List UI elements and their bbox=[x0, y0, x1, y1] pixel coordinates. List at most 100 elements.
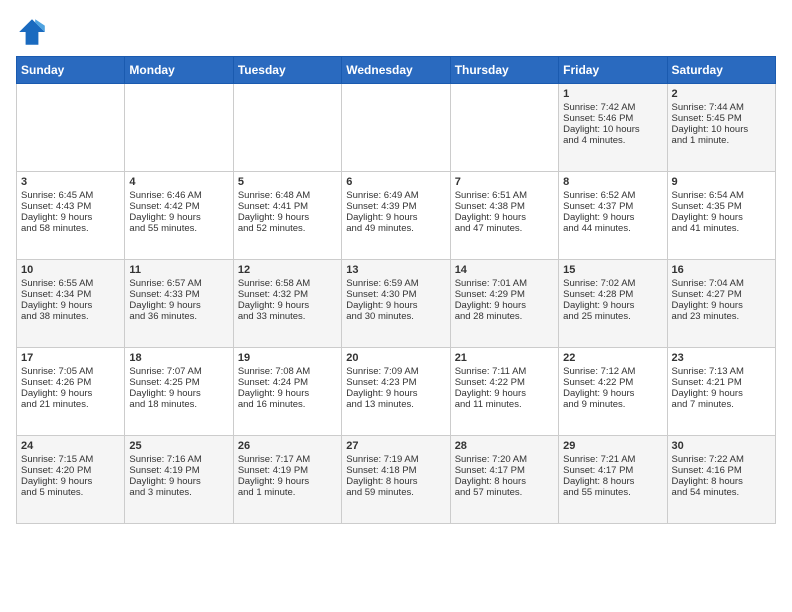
day-info: Sunset: 4:23 PM bbox=[346, 377, 445, 388]
day-info: Sunrise: 7:22 AM bbox=[672, 454, 771, 465]
day-info: Sunrise: 6:52 AM bbox=[563, 190, 662, 201]
day-info: and 30 minutes. bbox=[346, 311, 445, 322]
calendar-cell: 11Sunrise: 6:57 AMSunset: 4:33 PMDayligh… bbox=[125, 260, 233, 348]
calendar-cell: 10Sunrise: 6:55 AMSunset: 4:34 PMDayligh… bbox=[17, 260, 125, 348]
day-info: Sunrise: 7:11 AM bbox=[455, 366, 554, 377]
header-tuesday: Tuesday bbox=[233, 57, 341, 84]
day-info: Sunrise: 7:08 AM bbox=[238, 366, 337, 377]
day-info: Daylight: 9 hours bbox=[21, 300, 120, 311]
day-info: Sunrise: 6:55 AM bbox=[21, 278, 120, 289]
day-number: 23 bbox=[672, 352, 771, 364]
day-info: Sunset: 4:28 PM bbox=[563, 289, 662, 300]
calendar-cell: 5Sunrise: 6:48 AMSunset: 4:41 PMDaylight… bbox=[233, 172, 341, 260]
calendar-body: 1Sunrise: 7:42 AMSunset: 5:46 PMDaylight… bbox=[17, 84, 776, 524]
day-info: Daylight: 9 hours bbox=[563, 212, 662, 223]
calendar-cell: 9Sunrise: 6:54 AMSunset: 4:35 PMDaylight… bbox=[667, 172, 775, 260]
day-info: and 59 minutes. bbox=[346, 487, 445, 498]
day-info: and 58 minutes. bbox=[21, 223, 120, 234]
day-info: Sunrise: 6:58 AM bbox=[238, 278, 337, 289]
day-info: Sunrise: 6:49 AM bbox=[346, 190, 445, 201]
day-info: Sunset: 4:16 PM bbox=[672, 465, 771, 476]
day-info: Sunrise: 7:13 AM bbox=[672, 366, 771, 377]
day-info: and 44 minutes. bbox=[563, 223, 662, 234]
day-info: Sunrise: 7:44 AM bbox=[672, 102, 771, 113]
day-info: Sunset: 4:39 PM bbox=[346, 201, 445, 212]
day-number: 9 bbox=[672, 176, 771, 188]
logo bbox=[16, 16, 52, 48]
day-info: Daylight: 9 hours bbox=[563, 300, 662, 311]
day-info: Daylight: 9 hours bbox=[21, 212, 120, 223]
day-number: 2 bbox=[672, 88, 771, 100]
day-info: and 21 minutes. bbox=[21, 399, 120, 410]
day-info: Sunrise: 6:57 AM bbox=[129, 278, 228, 289]
calendar-cell: 29Sunrise: 7:21 AMSunset: 4:17 PMDayligh… bbox=[559, 436, 667, 524]
week-row-1: 3Sunrise: 6:45 AMSunset: 4:43 PMDaylight… bbox=[17, 172, 776, 260]
header-monday: Monday bbox=[125, 57, 233, 84]
day-info: Sunset: 5:46 PM bbox=[563, 113, 662, 124]
day-number: 5 bbox=[238, 176, 337, 188]
day-number: 4 bbox=[129, 176, 228, 188]
calendar-cell: 4Sunrise: 6:46 AMSunset: 4:42 PMDaylight… bbox=[125, 172, 233, 260]
day-number: 8 bbox=[563, 176, 662, 188]
week-row-0: 1Sunrise: 7:42 AMSunset: 5:46 PMDaylight… bbox=[17, 84, 776, 172]
day-info: Sunset: 4:43 PM bbox=[21, 201, 120, 212]
day-info: Daylight: 9 hours bbox=[238, 300, 337, 311]
calendar-cell: 22Sunrise: 7:12 AMSunset: 4:22 PMDayligh… bbox=[559, 348, 667, 436]
day-info: Sunrise: 6:54 AM bbox=[672, 190, 771, 201]
calendar-cell: 16Sunrise: 7:04 AMSunset: 4:27 PMDayligh… bbox=[667, 260, 775, 348]
day-info: Sunrise: 7:12 AM bbox=[563, 366, 662, 377]
calendar-cell: 15Sunrise: 7:02 AMSunset: 4:28 PMDayligh… bbox=[559, 260, 667, 348]
day-info: and 41 minutes. bbox=[672, 223, 771, 234]
header-thursday: Thursday bbox=[450, 57, 558, 84]
calendar-header: SundayMondayTuesdayWednesdayThursdayFrid… bbox=[17, 57, 776, 84]
day-info: and 28 minutes. bbox=[455, 311, 554, 322]
day-info: Sunset: 4:17 PM bbox=[455, 465, 554, 476]
day-number: 28 bbox=[455, 440, 554, 452]
calendar-cell bbox=[17, 84, 125, 172]
calendar-cell: 28Sunrise: 7:20 AMSunset: 4:17 PMDayligh… bbox=[450, 436, 558, 524]
day-info: Daylight: 9 hours bbox=[129, 388, 228, 399]
logo-icon bbox=[16, 16, 48, 48]
day-info: Sunset: 4:19 PM bbox=[129, 465, 228, 476]
day-info: Sunset: 4:26 PM bbox=[21, 377, 120, 388]
day-info: Sunrise: 7:07 AM bbox=[129, 366, 228, 377]
day-info: and 23 minutes. bbox=[672, 311, 771, 322]
day-info: and 33 minutes. bbox=[238, 311, 337, 322]
day-number: 15 bbox=[563, 264, 662, 276]
day-info: Sunset: 4:30 PM bbox=[346, 289, 445, 300]
day-info: Daylight: 9 hours bbox=[21, 388, 120, 399]
day-info: and 11 minutes. bbox=[455, 399, 554, 410]
day-info: Daylight: 9 hours bbox=[672, 212, 771, 223]
day-info: and 4 minutes. bbox=[563, 135, 662, 146]
day-info: Sunrise: 6:59 AM bbox=[346, 278, 445, 289]
day-number: 18 bbox=[129, 352, 228, 364]
day-info: Sunrise: 7:05 AM bbox=[21, 366, 120, 377]
header-wednesday: Wednesday bbox=[342, 57, 450, 84]
day-info: Daylight: 9 hours bbox=[238, 476, 337, 487]
day-info: Daylight: 9 hours bbox=[346, 300, 445, 311]
day-info: Daylight: 9 hours bbox=[129, 212, 228, 223]
day-info: Sunrise: 7:19 AM bbox=[346, 454, 445, 465]
calendar-cell: 26Sunrise: 7:17 AMSunset: 4:19 PMDayligh… bbox=[233, 436, 341, 524]
day-info: Sunrise: 7:17 AM bbox=[238, 454, 337, 465]
calendar-cell: 12Sunrise: 6:58 AMSunset: 4:32 PMDayligh… bbox=[233, 260, 341, 348]
day-info: and 1 minute. bbox=[672, 135, 771, 146]
day-info: and 38 minutes. bbox=[21, 311, 120, 322]
day-info: and 13 minutes. bbox=[346, 399, 445, 410]
day-info: Sunset: 4:22 PM bbox=[455, 377, 554, 388]
day-info: and 54 minutes. bbox=[672, 487, 771, 498]
day-info: and 7 minutes. bbox=[672, 399, 771, 410]
day-info: and 47 minutes. bbox=[455, 223, 554, 234]
day-info: and 55 minutes. bbox=[129, 223, 228, 234]
day-info: Sunset: 4:20 PM bbox=[21, 465, 120, 476]
calendar-cell: 2Sunrise: 7:44 AMSunset: 5:45 PMDaylight… bbox=[667, 84, 775, 172]
day-info: Sunset: 4:17 PM bbox=[563, 465, 662, 476]
day-info: Sunset: 4:18 PM bbox=[346, 465, 445, 476]
day-number: 25 bbox=[129, 440, 228, 452]
day-number: 13 bbox=[346, 264, 445, 276]
day-info: Sunset: 4:41 PM bbox=[238, 201, 337, 212]
day-info: Daylight: 9 hours bbox=[672, 388, 771, 399]
day-info: Sunrise: 7:15 AM bbox=[21, 454, 120, 465]
day-number: 17 bbox=[21, 352, 120, 364]
day-info: Daylight: 9 hours bbox=[21, 476, 120, 487]
